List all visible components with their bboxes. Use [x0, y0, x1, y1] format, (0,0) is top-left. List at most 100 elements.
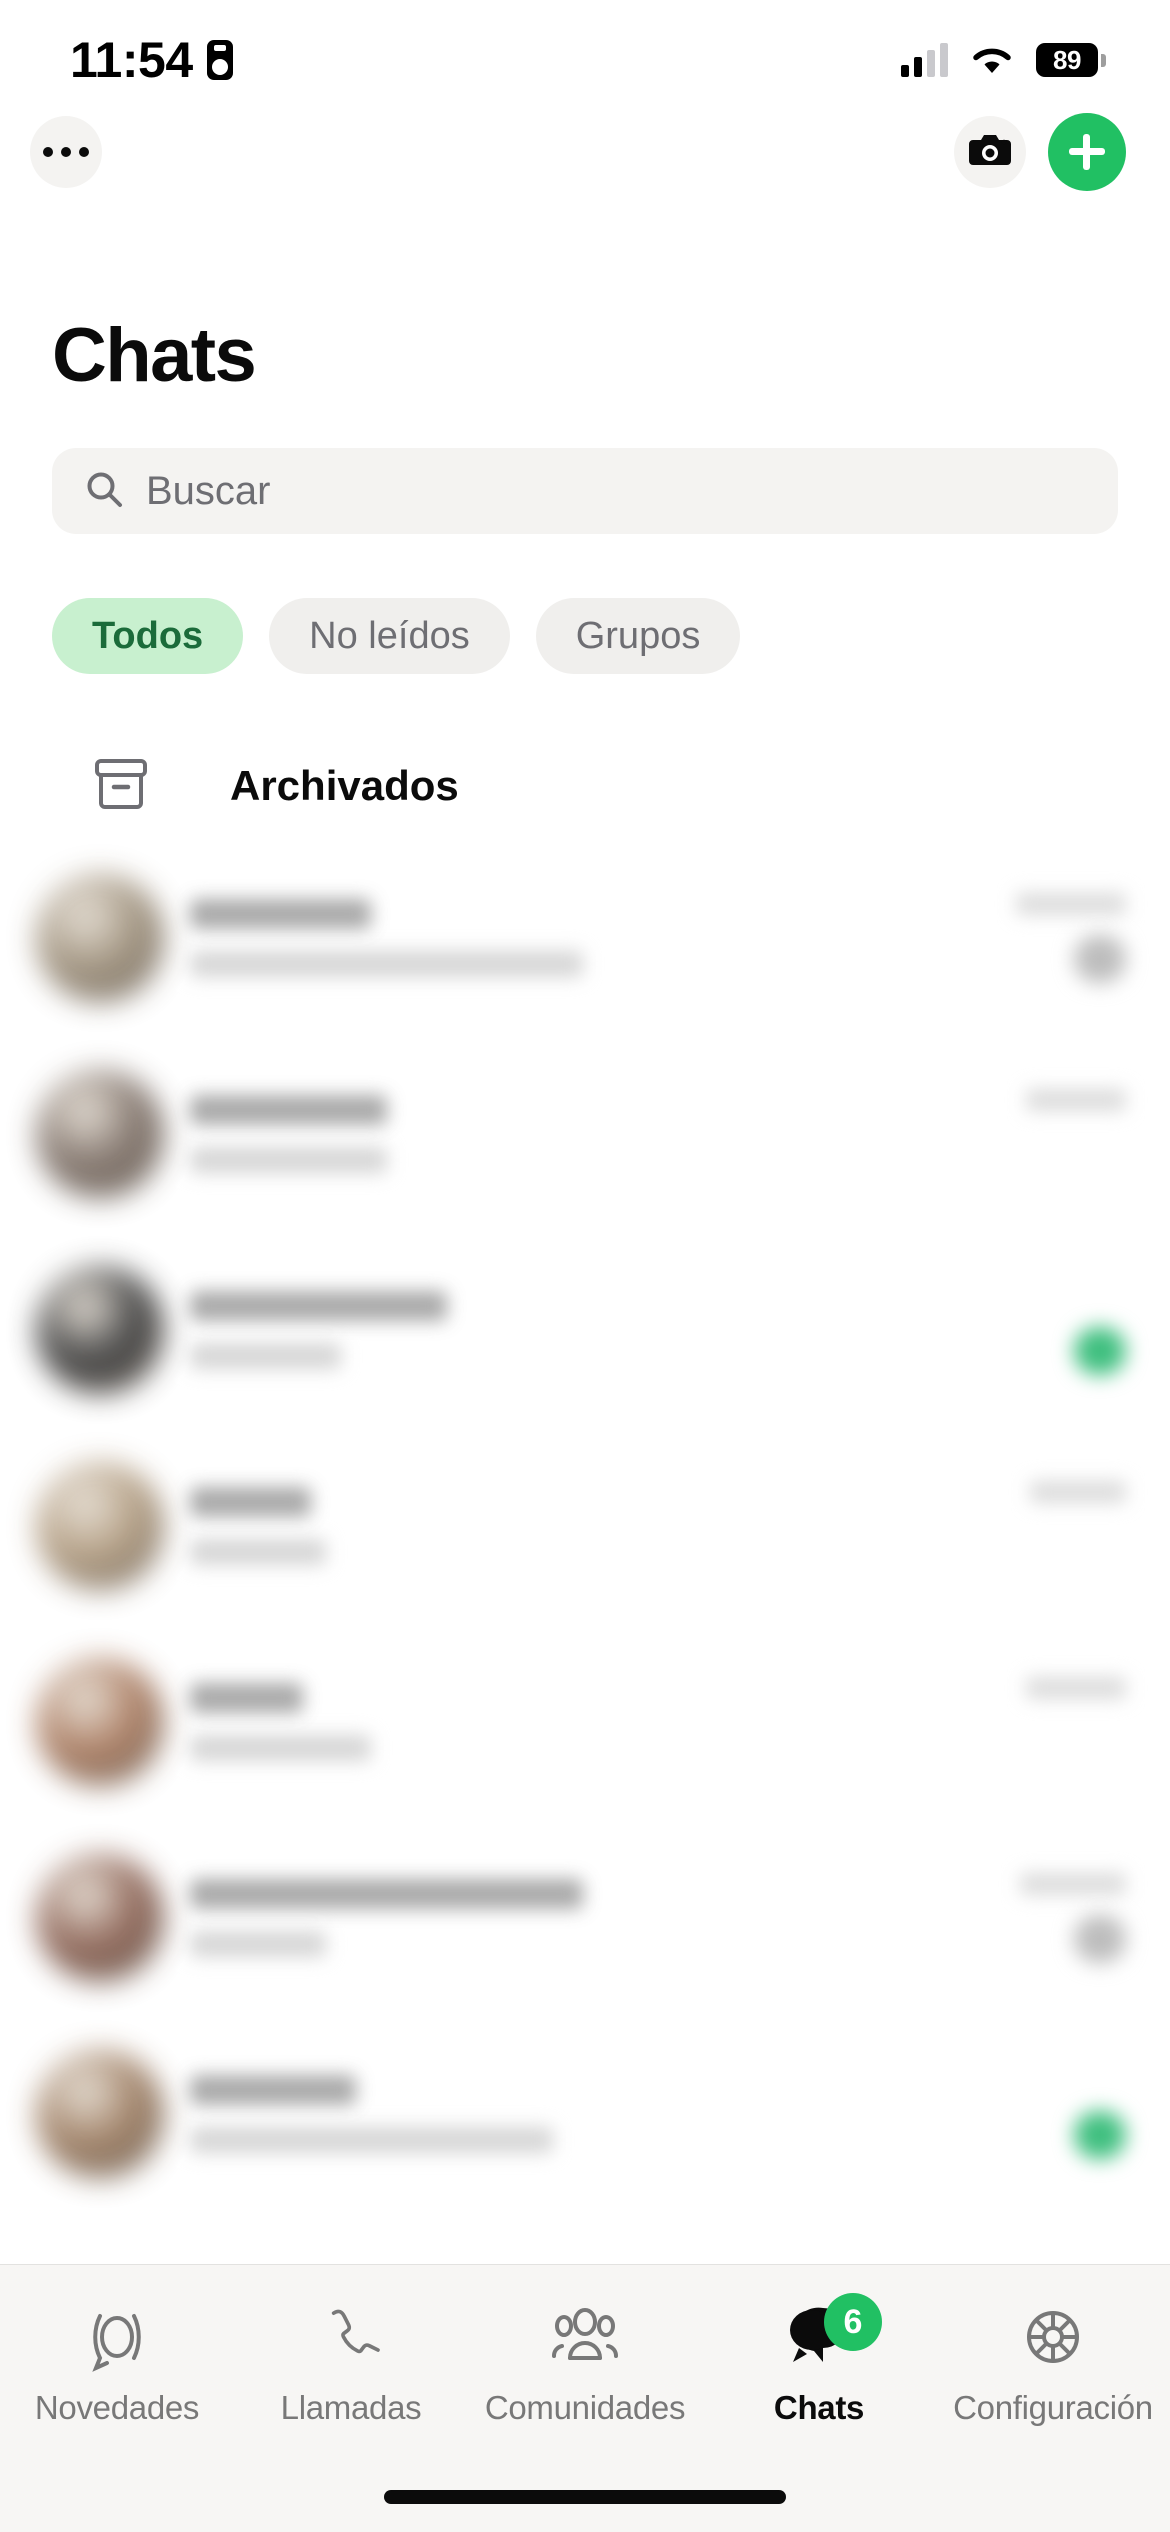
chat-item-text	[164, 1291, 946, 1369]
top-nav-actions	[954, 113, 1126, 191]
filter-chip-no-leidos[interactable]: No leídos	[269, 598, 510, 674]
chat-item-preview	[190, 1147, 387, 1173]
chat-item-text	[164, 899, 946, 977]
tab-label: Chats	[773, 2389, 865, 2426]
chat-list-item[interactable]	[0, 1428, 1170, 1624]
tab-chats[interactable]: 6 Chats	[702, 2293, 936, 2427]
chat-item-unread-badge	[1074, 1915, 1126, 1963]
filter-chips: Todos No leídos Grupos	[52, 598, 741, 674]
chat-item-meta	[946, 893, 1126, 983]
chat-item-meta	[946, 1481, 1126, 1571]
status-bar-right: 89	[901, 43, 1106, 77]
avatar	[36, 1658, 164, 1786]
tab-novedades[interactable]: Novedades	[0, 2299, 234, 2427]
chat-list[interactable]	[0, 840, 1170, 2210]
chat-item-name	[190, 1291, 448, 1321]
camera-button[interactable]	[954, 116, 1026, 188]
chat-item-meta	[946, 1285, 1126, 1375]
search-input[interactable]: Buscar	[52, 448, 1118, 534]
chat-item-unread-badge	[1074, 935, 1126, 983]
top-nav-bar	[0, 96, 1170, 208]
filter-chip-label: Todos	[92, 614, 204, 657]
status-bar-left: 11:54	[70, 31, 233, 89]
chat-item-unread-badge	[1074, 1327, 1126, 1375]
chat-item-text	[164, 1487, 946, 1565]
chat-item-name	[190, 899, 372, 929]
battery-icon: 89	[1036, 43, 1106, 77]
new-chat-button[interactable]	[1048, 113, 1126, 191]
chat-list-item[interactable]	[0, 1232, 1170, 1428]
chat-item-unread-badge	[1074, 2111, 1126, 2159]
updates-rings-icon	[80, 2299, 154, 2375]
chat-item-preview	[190, 2127, 553, 2153]
chat-item-meta	[946, 2069, 1126, 2159]
tab-label: Llamadas	[280, 2389, 422, 2426]
chat-item-meta	[946, 1873, 1126, 1963]
tab-label: Comunidades	[484, 2389, 686, 2426]
chat-item-meta	[946, 1677, 1126, 1767]
chat-item-name	[190, 1683, 304, 1713]
chat-list-item[interactable]	[0, 1036, 1170, 1232]
chat-list-item[interactable]	[0, 840, 1170, 1036]
cellular-signal-icon	[901, 43, 948, 77]
tab-llamadas[interactable]: Llamadas	[234, 2299, 468, 2427]
chat-item-meta	[946, 1089, 1126, 1179]
chat-list-item[interactable]	[0, 1624, 1170, 1820]
chat-item-timestamp	[1016, 893, 1126, 915]
avatar	[36, 874, 164, 1002]
tab-label: Novedades	[34, 2389, 200, 2426]
chat-item-preview	[190, 1735, 372, 1761]
lock-portrait-icon	[206, 40, 233, 80]
chat-item-name	[190, 2075, 357, 2105]
chat-item-text	[164, 1683, 946, 1761]
tab-configuracion[interactable]: Configuración	[936, 2299, 1170, 2427]
chat-item-timestamp	[1020, 1873, 1126, 1895]
avatar	[36, 1070, 164, 1198]
filter-chip-grupos[interactable]: Grupos	[535, 598, 741, 674]
chat-item-preview	[190, 951, 584, 977]
chat-item-unread-badge	[1074, 1131, 1126, 1179]
tab-comunidades[interactable]: Comunidades	[468, 2299, 702, 2427]
search-placeholder: Buscar	[146, 468, 271, 513]
chat-item-name	[190, 1487, 311, 1517]
chat-item-preview	[190, 1931, 327, 1957]
archived-label: Archivados	[230, 762, 459, 809]
chat-item-text	[164, 2075, 946, 2153]
chats-unread-badge: 6	[824, 2293, 882, 2351]
archive-box-icon	[92, 756, 150, 817]
chat-item-name	[190, 1879, 584, 1909]
avatar	[36, 1266, 164, 1394]
wifi-icon	[970, 44, 1014, 76]
phone-icon	[314, 2299, 388, 2375]
tab-label: Configuración	[953, 2389, 1153, 2426]
status-bar: 11:54 89	[0, 0, 1170, 96]
chat-list-item[interactable]	[0, 1820, 1170, 2016]
chat-item-preview	[190, 1343, 342, 1369]
avatar	[36, 2050, 164, 2178]
communities-icon	[546, 2299, 624, 2375]
chat-item-unread-badge	[1074, 1719, 1126, 1767]
chat-item-timestamp	[1030, 1481, 1126, 1503]
chat-item-preview	[190, 1539, 327, 1565]
chat-item-text	[164, 1095, 946, 1173]
search-icon	[84, 469, 124, 514]
more-options-icon	[43, 147, 89, 157]
chat-list-item[interactable]	[0, 2016, 1170, 2210]
chat-item-unread-badge	[1074, 1523, 1126, 1571]
filter-chip-label: Grupos	[575, 614, 701, 657]
page-title: Chats	[52, 313, 257, 398]
filter-chip-label: No leídos	[309, 614, 470, 657]
archived-row[interactable]: Archivados	[0, 732, 1170, 840]
avatar	[36, 1462, 164, 1590]
chat-item-timestamp	[1026, 1089, 1126, 1111]
whatsapp-chats-screen: 11:54 89 Chats Buscar Todos No leídos Gr…	[0, 0, 1170, 2532]
battery-level: 89	[1053, 44, 1081, 75]
filter-chip-todos[interactable]: Todos	[52, 598, 244, 674]
chat-item-name	[190, 1095, 387, 1125]
home-indicator	[384, 2490, 786, 2504]
gear-icon	[1015, 2299, 1091, 2375]
status-bar-time: 11:54	[70, 32, 193, 88]
chat-item-timestamp	[1026, 1677, 1126, 1699]
avatar	[36, 1854, 164, 1982]
more-options-button[interactable]	[30, 116, 102, 188]
